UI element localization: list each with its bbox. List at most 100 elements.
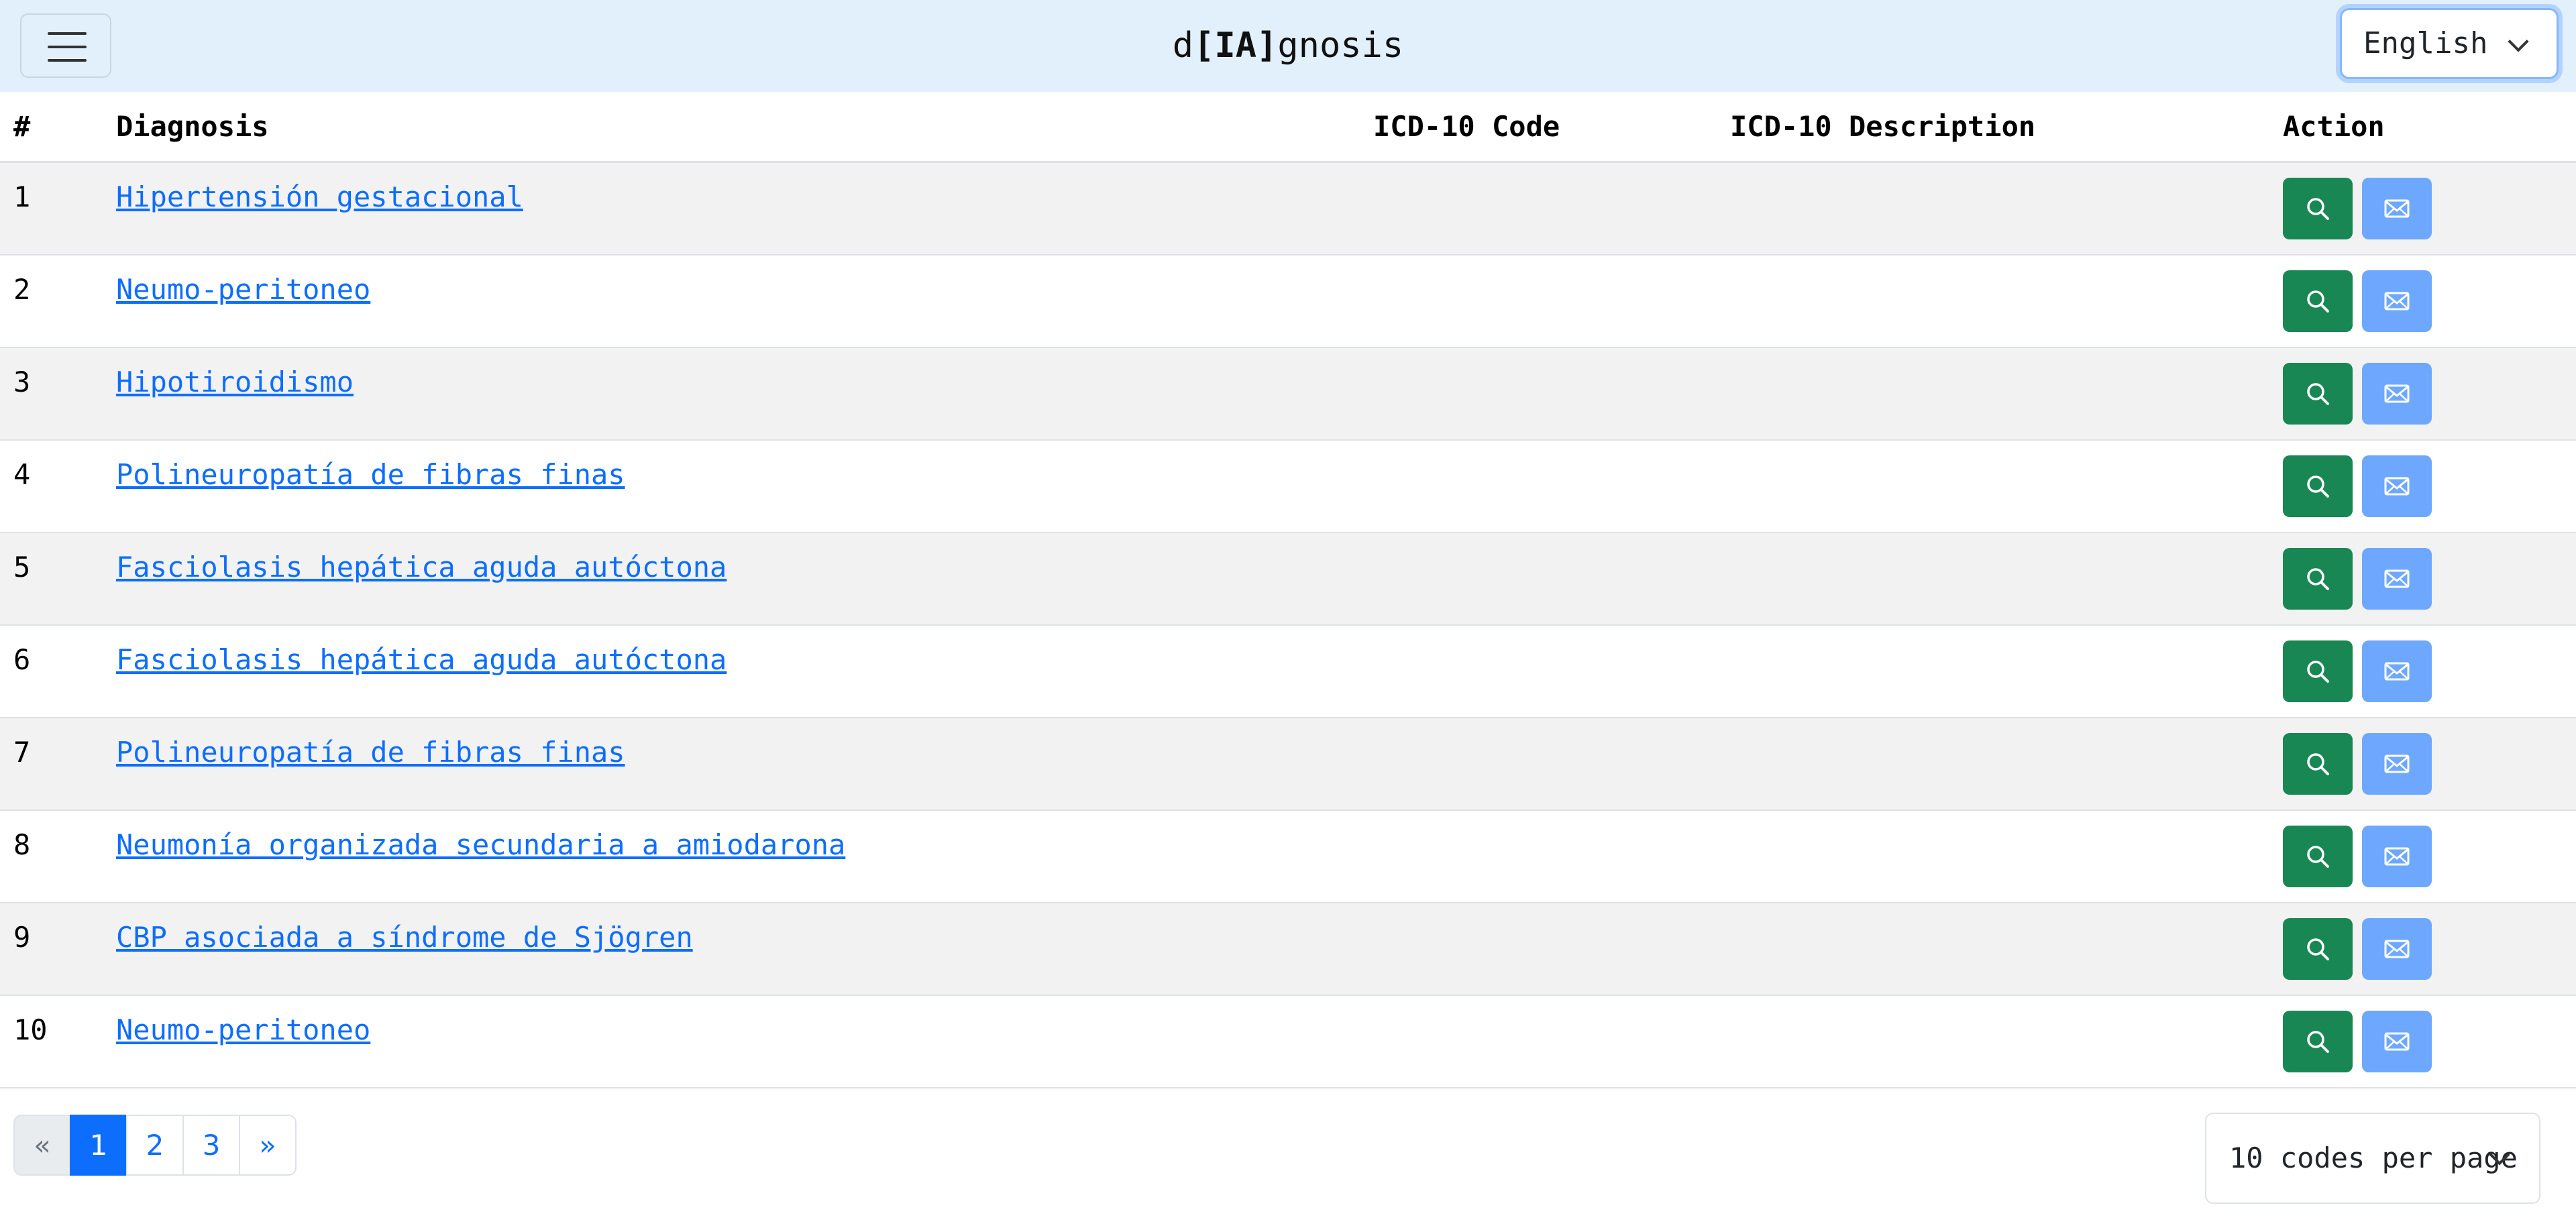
- diagnosis-link[interactable]: Neumo-peritoneo: [116, 273, 370, 306]
- pagination: « 1 2 3 »: [13, 1115, 297, 1176]
- language-select[interactable]: English: [2340, 8, 2559, 79]
- brand-bold: IA: [1214, 25, 1257, 66]
- table-row: 2 Neumo-peritoneo: [0, 256, 2576, 348]
- menu-icon: [48, 32, 87, 35]
- language-select-value: English: [2363, 26, 2488, 60]
- email-button[interactable]: [2362, 733, 2432, 795]
- search-icon: [2307, 383, 2329, 405]
- envelope-icon: [2384, 847, 2410, 866]
- table-row: 10 Neumo-peritoneo: [0, 996, 2576, 1088]
- email-button[interactable]: [2362, 270, 2432, 332]
- header-num: #: [13, 110, 31, 143]
- search-button[interactable]: [2283, 918, 2353, 980]
- header-icd-description: ICD-10 Description: [1730, 110, 2036, 143]
- page-1-button[interactable]: 1: [70, 1115, 127, 1176]
- diagnosis-link[interactable]: Polineuropatía de fibras finas: [116, 458, 625, 491]
- diagnosis-link[interactable]: Neumo-peritoneo: [116, 1013, 370, 1046]
- row-number: 10: [13, 1013, 48, 1046]
- email-button[interactable]: [2362, 548, 2432, 610]
- envelope-icon: [2384, 662, 2410, 681]
- row-number: 2: [13, 273, 31, 306]
- diagnosis-link[interactable]: Polineuropatía de fibras finas: [116, 736, 625, 769]
- email-button[interactable]: [2362, 918, 2432, 980]
- search-button[interactable]: [2283, 363, 2353, 425]
- row-number: 8: [13, 828, 31, 861]
- page-3-button[interactable]: 3: [182, 1115, 240, 1176]
- app-title: d[IA]gnosis: [0, 0, 2576, 92]
- search-icon: [2307, 198, 2329, 220]
- page-next-button[interactable]: »: [239, 1115, 297, 1176]
- menu-icon-bar: [48, 46, 87, 48]
- row-number: 3: [13, 366, 31, 398]
- search-icon: [2307, 938, 2329, 960]
- brand-bracket-close: ]: [1256, 25, 1278, 66]
- email-button[interactable]: [2362, 1011, 2432, 1072]
- diagnosis-link[interactable]: CBP asociada a síndrome de Sjögren: [116, 921, 693, 954]
- envelope-icon: [2384, 292, 2410, 311]
- table-row: 1 Hipertensión gestacional: [0, 163, 2576, 256]
- header-action: Action: [2283, 110, 2385, 143]
- envelope-icon: [2384, 199, 2410, 218]
- header-diagnosis: Diagnosis: [116, 110, 269, 143]
- envelope-icon: [2384, 754, 2410, 773]
- diagnosis-link[interactable]: Fasciolasis hepática aguda autóctona: [116, 551, 727, 583]
- header-icd-code: ICD-10 Code: [1373, 110, 1560, 143]
- menu-icon-bar: [48, 59, 87, 62]
- diagnosis-link[interactable]: Fasciolasis hepática aguda autóctona: [116, 643, 727, 676]
- search-icon: [2307, 1031, 2329, 1053]
- row-number: 4: [13, 458, 31, 491]
- search-button[interactable]: [2283, 455, 2353, 517]
- hamburger-menu-button[interactable]: [20, 13, 111, 78]
- email-button[interactable]: [2362, 363, 2432, 425]
- search-button[interactable]: [2283, 270, 2353, 332]
- table-row: 9 CBP asociada a síndrome de Sjögren: [0, 903, 2576, 996]
- brand-prefix: d: [1172, 25, 1194, 66]
- table-row: 6 Fasciolasis hepática aguda autóctona: [0, 626, 2576, 718]
- brand-bracket-open: [: [1193, 25, 1215, 66]
- envelope-icon: [2384, 477, 2410, 496]
- row-number: 5: [13, 551, 31, 583]
- search-button[interactable]: [2283, 1011, 2353, 1072]
- brand-suffix: gnosis: [1277, 25, 1404, 66]
- search-icon: [2307, 475, 2329, 498]
- search-icon: [2307, 568, 2329, 590]
- row-number: 7: [13, 736, 31, 769]
- table-body: 1 Hipertensión gestacional 2 Neumo-peritone…: [0, 163, 2576, 1088]
- row-number: 1: [13, 180, 31, 213]
- diagnosis-link[interactable]: Neumonía organizada secundaria a amiodar…: [116, 828, 845, 861]
- table-header: # Diagnosis ICD-10 Code ICD-10 Descripti…: [0, 92, 2576, 163]
- table-row: 4 Polineuropatía de fibras finas: [0, 441, 2576, 533]
- navbar: d[IA]gnosis English: [0, 0, 2576, 92]
- envelope-icon: [2384, 1032, 2410, 1051]
- search-button[interactable]: [2283, 640, 2353, 702]
- row-number: 6: [13, 643, 31, 676]
- page-prev-button[interactable]: «: [13, 1115, 71, 1176]
- email-button[interactable]: [2362, 826, 2432, 887]
- chevron-down-icon: [2508, 31, 2529, 52]
- envelope-icon: [2384, 940, 2410, 958]
- search-button[interactable]: [2283, 733, 2353, 795]
- envelope-icon: [2384, 384, 2410, 403]
- diagnosis-table: # Diagnosis ICD-10 Code ICD-10 Descripti…: [0, 92, 2576, 1088]
- table-row: 7 Polineuropatía de fibras finas: [0, 718, 2576, 811]
- table-row: 8 Neumonía organizada secundaria a amioda…: [0, 811, 2576, 903]
- table-row: 5 Fasciolasis hepática aguda autóctona: [0, 533, 2576, 626]
- search-button[interactable]: [2283, 548, 2353, 610]
- row-number: 9: [13, 921, 31, 954]
- envelope-icon: [2384, 569, 2410, 588]
- email-button[interactable]: [2362, 178, 2432, 239]
- search-icon: [2307, 846, 2329, 868]
- search-icon: [2307, 661, 2329, 683]
- table-row: 3 Hipotiroidismo: [0, 348, 2576, 441]
- per-page-select[interactable]: 10 codes per page: [2205, 1113, 2540, 1204]
- search-button[interactable]: [2283, 178, 2353, 239]
- search-button[interactable]: [2283, 826, 2353, 887]
- search-icon: [2307, 290, 2329, 313]
- diagnosis-link[interactable]: Hipertensión gestacional: [116, 180, 523, 213]
- email-button[interactable]: [2362, 455, 2432, 517]
- page-2-button[interactable]: 2: [126, 1115, 184, 1176]
- email-button[interactable]: [2362, 640, 2432, 702]
- search-icon: [2307, 753, 2329, 775]
- per-page-value: 10 codes per page: [2229, 1141, 2518, 1174]
- diagnosis-link[interactable]: Hipotiroidismo: [116, 366, 354, 398]
